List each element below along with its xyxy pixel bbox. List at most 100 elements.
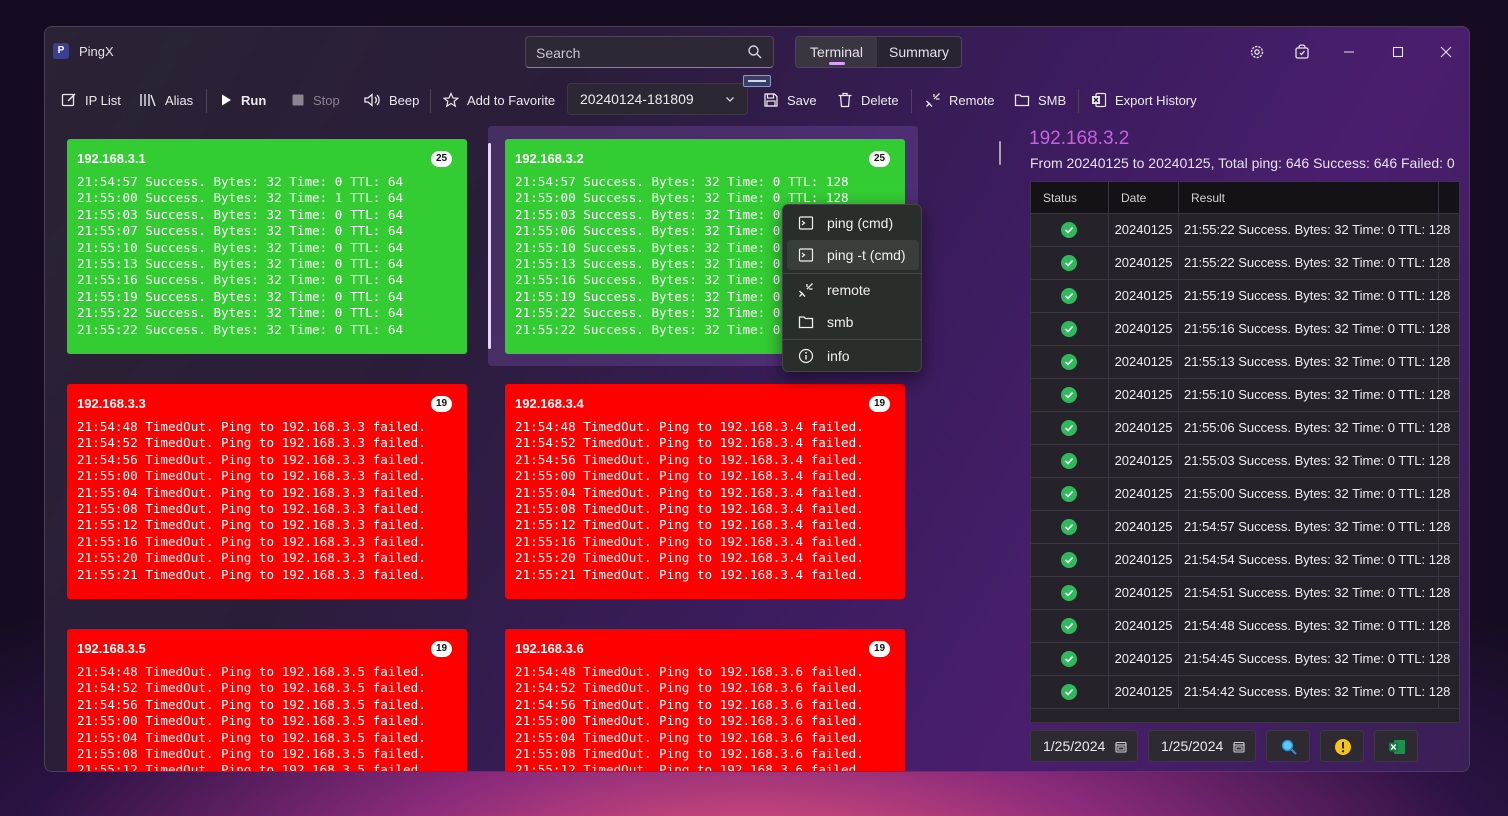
result-cell: 21:54:51 Success. Bytes: 32 Time: 0 TTL:… xyxy=(1179,577,1450,609)
stop-button[interactable]: Stop xyxy=(291,83,340,117)
status-cell xyxy=(1031,280,1109,312)
menu-item-smb[interactable]: smb xyxy=(787,307,919,337)
status-cell xyxy=(1031,511,1109,543)
beep-button[interactable]: Beep xyxy=(363,83,419,117)
menu-item-label: ping -t (cmd) xyxy=(827,247,906,263)
ip-card[interactable]: 192.168.3.5 19 21:54:48 TimedOut. Ping t… xyxy=(67,629,467,771)
table-row[interactable]: 20240125 21:54:42 Success. Bytes: 32 Time… xyxy=(1031,676,1459,709)
success-check-icon xyxy=(1061,420,1077,436)
success-check-icon xyxy=(1061,486,1077,502)
count-badge: 19 xyxy=(431,641,452,657)
table-row[interactable]: 20240125 21:55:06 Success. Bytes: 32 Time… xyxy=(1031,412,1459,445)
history-select[interactable]: 20240124-181809 xyxy=(567,83,748,115)
table-row[interactable]: 20240125 21:55:19 Success. Bytes: 32 Time… xyxy=(1031,280,1459,313)
smb-button[interactable]: SMB xyxy=(1014,83,1066,117)
search-input[interactable]: Search xyxy=(525,36,774,68)
status-cell xyxy=(1031,610,1109,642)
table-row[interactable]: 20240125 21:54:54 Success. Bytes: 32 Time… xyxy=(1031,544,1459,577)
result-cell: 21:55:22 Success. Bytes: 32 Time: 0 TTL:… xyxy=(1179,247,1450,279)
table-row[interactable]: 20240125 21:55:10 Success. Bytes: 32 Time… xyxy=(1031,379,1459,412)
alias-label: Alias xyxy=(165,92,194,108)
pager-indicator[interactable] xyxy=(743,75,771,87)
store-icon[interactable] xyxy=(1294,44,1310,60)
export-history-button[interactable]: Export History xyxy=(1091,83,1197,117)
ip-card[interactable]: 192.168.3.6 19 21:54:48 TimedOut. Ping t… xyxy=(505,629,905,772)
card-log: 21:54:48 TimedOut. Ping to 192.168.3.6 f… xyxy=(515,664,864,772)
beep-label: Beep xyxy=(389,92,420,108)
table-row[interactable]: 20240125 21:55:16 Success. Bytes: 32 Time… xyxy=(1031,313,1459,346)
chevron-down-icon xyxy=(726,97,734,102)
search-placeholder: Search xyxy=(536,45,581,61)
card-ip: 192.168.3.1 xyxy=(77,151,146,166)
ip-card[interactable]: 192.168.3.3 19 21:54:48 TimedOut. Ping t… xyxy=(67,384,467,599)
maximize-icon[interactable] xyxy=(1390,44,1406,60)
minimize-icon[interactable] xyxy=(1341,44,1357,60)
status-cell xyxy=(1031,544,1109,576)
result-cell: 21:55:13 Success. Bytes: 32 Time: 0 TTL:… xyxy=(1179,346,1450,378)
menu-item-label: remote xyxy=(827,282,871,298)
menu-item-info[interactable]: info xyxy=(787,341,919,371)
date-to-value: 1/25/2024 xyxy=(1161,738,1224,754)
success-check-icon xyxy=(1061,387,1077,403)
ip-list-label: IP List xyxy=(85,92,121,108)
close-icon[interactable] xyxy=(1438,44,1454,60)
table-row[interactable]: 20240125 21:54:57 Success. Bytes: 32 Time… xyxy=(1031,511,1459,544)
alert-button[interactable] xyxy=(1320,730,1364,762)
trash-icon xyxy=(838,92,852,108)
success-check-icon xyxy=(1061,519,1077,535)
grid-header: Status Date Result xyxy=(1031,182,1459,214)
search-icon[interactable] xyxy=(747,44,763,60)
date-cell: 20240125 xyxy=(1109,577,1179,609)
tab-summary[interactable]: Summary xyxy=(877,37,961,67)
app-title: PingX xyxy=(79,44,114,59)
menu-item-ping-cmd[interactable]: ping (cmd) xyxy=(787,208,919,238)
table-row[interactable]: 20240125 21:55:03 Success. Bytes: 32 Time… xyxy=(1031,445,1459,478)
card-ip: 192.168.3.3 xyxy=(77,396,146,411)
column-header-date[interactable]: Date xyxy=(1109,182,1179,214)
save-button[interactable]: Save xyxy=(763,83,817,117)
save-icon xyxy=(764,93,778,107)
table-row[interactable]: 20240125 21:55:22 Success. Bytes: 32 Time… xyxy=(1031,214,1459,247)
card-ip: 192.168.3.4 xyxy=(515,396,584,411)
panel-splitter[interactable] xyxy=(999,141,1001,165)
table-row[interactable]: 20240125 21:54:51 Success. Bytes: 32 Time… xyxy=(1031,577,1459,610)
date-cell: 20240125 xyxy=(1109,544,1179,576)
query-button[interactable] xyxy=(1266,730,1310,762)
table-row[interactable]: 20240125 21:54:48 Success. Bytes: 32 Time… xyxy=(1031,610,1459,643)
status-cell xyxy=(1031,445,1109,477)
delete-button[interactable]: Delete xyxy=(837,83,899,117)
remote-button[interactable]: Remote xyxy=(925,83,995,117)
date-cell: 20240125 xyxy=(1109,511,1179,543)
menu-item-ping-t-cmd[interactable]: ping -t (cmd) xyxy=(787,240,919,270)
settings-icon[interactable] xyxy=(1249,44,1265,60)
ip-card[interactable]: 192.168.3.4 19 21:54:48 TimedOut. Ping t… xyxy=(505,384,905,599)
date-to-picker[interactable]: 1/25/2024 xyxy=(1148,730,1256,762)
table-row[interactable]: 20240125 21:55:00 Success. Bytes: 32 Time… xyxy=(1031,478,1459,511)
star-icon xyxy=(443,92,459,108)
history-select-value: 20240124-181809 xyxy=(580,91,694,107)
table-row[interactable]: 20240125 21:55:13 Success. Bytes: 32 Time… xyxy=(1031,346,1459,379)
table-row[interactable]: 20240125 21:55:22 Success. Bytes: 32 Time… xyxy=(1031,247,1459,280)
menu-item-label: ping (cmd) xyxy=(827,215,894,231)
table-row[interactable]: 20240125 21:54:45 Success. Bytes: 32 Time… xyxy=(1031,643,1459,676)
library-icon xyxy=(140,94,156,107)
tab-terminal[interactable]: Terminal xyxy=(796,37,877,67)
date-cell: 20240125 xyxy=(1109,610,1179,642)
terminal-icon xyxy=(798,216,814,230)
add-favorite-button[interactable]: Add to Favorite xyxy=(443,83,555,117)
count-badge: 25 xyxy=(869,151,890,167)
date-cell: 20240125 xyxy=(1109,214,1179,246)
ip-list-button[interactable]: IP List xyxy=(61,83,121,117)
alias-button[interactable]: Alias xyxy=(139,83,193,117)
date-cell: 20240125 xyxy=(1109,247,1179,279)
context-menu: ping (cmd) ping -t (cmd) remote smb info xyxy=(782,204,922,372)
date-from-picker[interactable]: 1/25/2024 xyxy=(1030,730,1138,762)
summary-stats: From 20240125 to 20240125, Total ping: 6… xyxy=(1030,155,1455,171)
export-excel-button[interactable] xyxy=(1374,730,1418,762)
menu-item-remote[interactable]: remote xyxy=(787,275,919,305)
card-ip: 192.168.3.2 xyxy=(515,151,584,166)
column-header-result[interactable]: Result xyxy=(1179,182,1439,214)
run-button[interactable]: Run xyxy=(219,83,266,117)
column-header-status[interactable]: Status xyxy=(1031,182,1109,214)
ip-card[interactable]: 192.168.3.1 25 21:54:57 Success. Bytes: … xyxy=(67,139,467,354)
